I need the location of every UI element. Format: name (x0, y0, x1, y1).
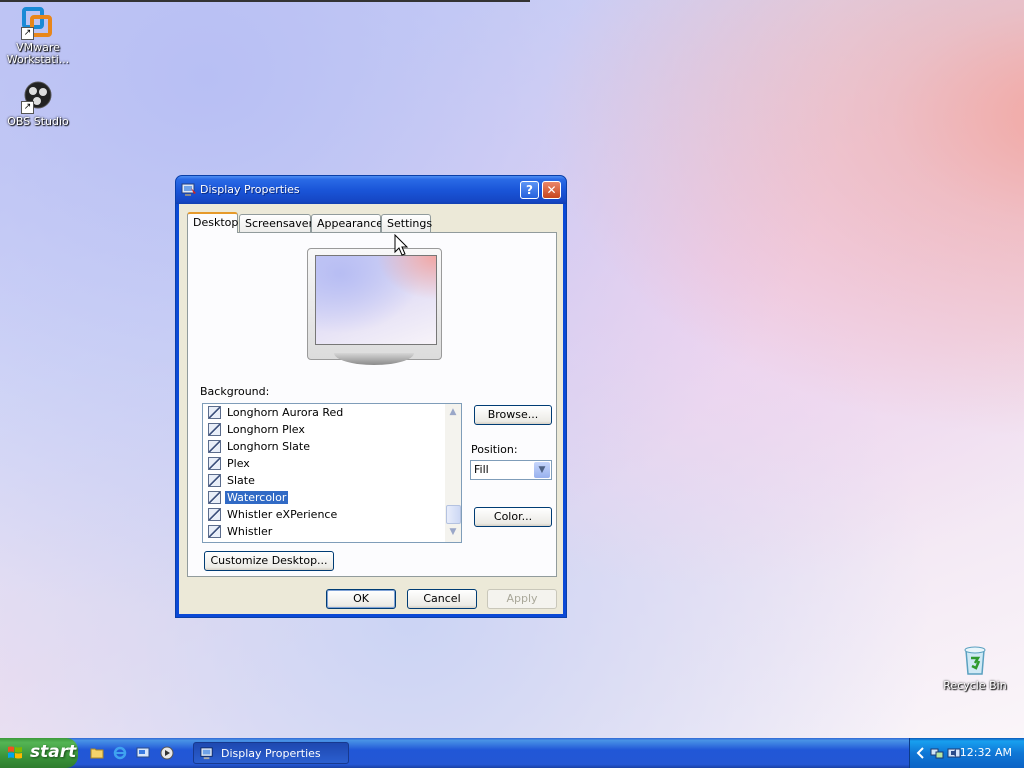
network-icon[interactable] (930, 746, 944, 760)
desktop-icon-obs[interactable]: ↗ OBS Studio (2, 80, 74, 128)
display-properties-window: Display Properties ? ✕ Desktop Screensav… (175, 175, 567, 618)
wallpaper-file-icon (208, 525, 221, 538)
window-client-area: Desktop Screensaver Appearance Settings … (179, 204, 563, 614)
ok-button[interactable]: OK (326, 589, 396, 609)
customize-desktop-button[interactable]: Customize Desktop... (204, 551, 334, 571)
desktop-icon-label: OBS Studio (7, 115, 69, 128)
list-item[interactable]: Longhorn Aurora Red (208, 405, 345, 421)
desktop-icon-label: VMware Workstati... (6, 41, 70, 66)
top-edge-line (0, 0, 530, 2)
system-tray: 12:32 AM (909, 738, 1024, 768)
taskbar-item-label: Display Properties (221, 747, 321, 760)
start-label: start (30, 742, 77, 762)
apply-button[interactable]: Apply (487, 589, 557, 609)
scroll-down-arrow-icon[interactable]: ▼ (445, 524, 461, 540)
tab-appearance[interactable]: Appearance (311, 214, 383, 232)
tab-screensaver[interactable]: Screensaver (239, 214, 313, 232)
start-button[interactable]: start (0, 738, 78, 768)
position-select[interactable]: Fill ▼ (470, 460, 552, 480)
background-label: Background: (200, 385, 270, 398)
wallpaper-file-icon (208, 474, 221, 487)
browse-button[interactable]: Browse... (474, 405, 552, 425)
position-label: Position: (471, 443, 518, 456)
obs-icon: ↗ (21, 80, 55, 114)
recycle-bin-icon (958, 644, 992, 678)
monitor-stand (334, 353, 414, 365)
list-item[interactable]: Slate (208, 473, 257, 489)
list-item[interactable]: Whistler eXPerience (208, 507, 339, 523)
chevron-down-icon[interactable]: ▼ (534, 462, 550, 478)
folder-icon[interactable] (90, 746, 104, 760)
position-value: Fill (474, 463, 489, 476)
media-player-icon[interactable] (160, 746, 174, 760)
wallpaper-file-icon (208, 491, 221, 504)
clock: 12:32 AM (959, 746, 1012, 759)
monitor-preview (307, 248, 442, 365)
color-button[interactable]: Color... (474, 507, 552, 527)
wallpaper-preview (315, 255, 437, 345)
shortcut-arrow-icon: ↗ (21, 27, 34, 40)
window-title: Display Properties (200, 183, 300, 196)
internet-explorer-icon[interactable] (113, 746, 127, 760)
taskbar-item-display-properties[interactable]: Display Properties (193, 742, 349, 764)
arrow-icon[interactable] (914, 746, 928, 760)
desktop-tab-panel: Background: Longhorn Aurora Red Longhorn… (187, 232, 557, 577)
wallpaper-file-icon (208, 508, 221, 521)
desktop-icon-vmware[interactable]: ↗ VMware Workstati... (2, 6, 74, 66)
wallpaper-file-icon (208, 457, 221, 470)
scrollbar-thumb[interactable] (446, 505, 461, 524)
shortcut-arrow-icon: ↗ (21, 101, 34, 114)
window-titlebar[interactable]: Display Properties ? ✕ (176, 176, 566, 204)
windows-flag-icon (8, 746, 22, 759)
mouse-cursor-icon (394, 234, 409, 256)
cancel-button[interactable]: Cancel (407, 589, 477, 609)
vmware-icon: ↗ (21, 6, 55, 40)
wallpaper-file-icon (208, 440, 221, 453)
display-properties-icon (200, 747, 213, 760)
list-item[interactable]: Longhorn Slate (208, 439, 312, 455)
tab-desktop[interactable]: Desktop (187, 212, 238, 233)
scroll-up-arrow-icon[interactable]: ▲ (445, 404, 461, 420)
close-button[interactable]: ✕ (542, 181, 561, 199)
desktop-icon-recycle-bin[interactable]: Recycle Bin (939, 644, 1011, 692)
display-properties-icon (181, 183, 196, 196)
list-item[interactable]: Plex (208, 456, 252, 472)
list-scrollbar[interactable]: ▲ ▼ (445, 404, 461, 542)
background-listbox[interactable]: Longhorn Aurora Red Longhorn Plex Longho… (202, 403, 462, 543)
show-desktop-icon[interactable] (136, 746, 150, 760)
list-item[interactable]: Whistler (208, 524, 274, 540)
wallpaper-file-icon (208, 406, 221, 419)
help-button[interactable]: ? (520, 181, 539, 199)
list-item[interactable]: Longhorn Plex (208, 422, 307, 438)
list-item-selected[interactable]: Watercolor (208, 490, 289, 506)
taskbar: start Display Properties 12:32 AM (0, 738, 1024, 768)
tab-settings[interactable]: Settings (381, 214, 432, 232)
desktop-icon-label: Recycle Bin (943, 679, 1007, 692)
wallpaper-file-icon (208, 423, 221, 436)
